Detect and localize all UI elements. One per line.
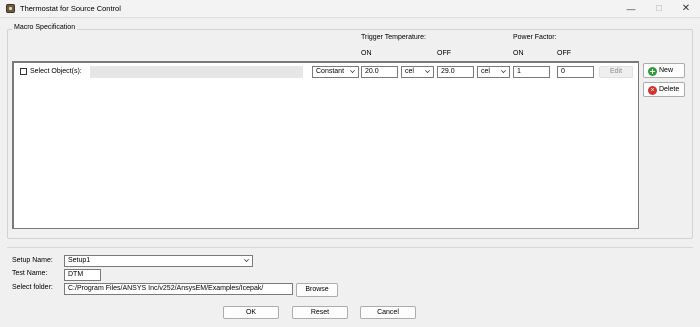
folder-path-input[interactable]: C:/Program Files/ANSYS Inc/v252/AnsysEM/… <box>64 283 293 295</box>
reset-button[interactable]: Reset <box>292 306 348 319</box>
edit-button[interactable]: Edit <box>599 66 633 78</box>
trigger-off-label: OFF <box>437 50 451 57</box>
chevron-down-icon <box>350 68 355 73</box>
trigger-on-unit-dropdown[interactable]: cel <box>401 66 434 78</box>
chevron-down-icon <box>244 257 249 262</box>
macro-list-panel <box>12 61 639 229</box>
close-button[interactable]: ✕ <box>672 0 700 18</box>
trigger-temperature-label: Trigger Temperature: <box>361 34 426 41</box>
power-on-input[interactable]: 1 <box>513 66 550 78</box>
mode-value: Constant <box>316 68 345 75</box>
browse-button[interactable]: Browse <box>296 283 338 297</box>
title-bar: Thermostat for Source Control — ☐ ✕ <box>0 0 700 18</box>
trigger-on-label: ON <box>361 50 372 57</box>
trigger-on-input[interactable]: 20.0 <box>361 66 398 78</box>
minimize-button[interactable]: — <box>617 0 645 18</box>
power-off-label: OFF <box>557 50 571 57</box>
mode-dropdown[interactable]: Constant <box>312 66 359 78</box>
delete-button-label: Delete <box>659 86 680 93</box>
delete-button[interactable]: × Delete <box>643 82 685 97</box>
setup-name-label: Setup Name: <box>12 257 53 264</box>
plus-icon <box>648 67 657 76</box>
power-on-label: ON <box>513 50 524 57</box>
select-folder-label: Select folder: <box>12 284 53 291</box>
new-button[interactable]: New <box>643 63 685 78</box>
select-objects-checkbox[interactable] <box>20 68 27 75</box>
chevron-down-icon <box>425 68 430 73</box>
select-objects-label: Select Object(s): <box>30 68 82 75</box>
trigger-off-unit-dropdown[interactable]: cel <box>477 66 510 78</box>
delete-icon: × <box>648 86 657 95</box>
window-title: Thermostat for Source Control <box>20 4 121 13</box>
setup-name-dropdown[interactable]: Setup1 <box>64 255 253 267</box>
maximize-button[interactable]: ☐ <box>645 0 673 18</box>
setup-name-value: Setup1 <box>68 257 91 264</box>
power-factor-label: Power Factor: <box>513 34 557 41</box>
test-name-input[interactable]: DTM <box>64 269 101 281</box>
new-button-label: New <box>659 67 674 74</box>
trigger-on-unit-value: cel <box>405 68 414 75</box>
objects-field <box>90 66 303 78</box>
trigger-off-input[interactable]: 29.0 <box>437 66 474 78</box>
test-name-label: Test Name: <box>12 270 48 277</box>
chevron-down-icon <box>501 68 506 73</box>
cancel-button[interactable]: Cancel <box>360 306 416 319</box>
macro-specification-legend: Macro Specification <box>12 24 78 31</box>
power-off-input[interactable]: 0 <box>557 66 594 78</box>
trigger-off-unit-value: cel <box>481 68 490 75</box>
thermostat-app-icon <box>6 4 15 13</box>
ok-button[interactable]: OK <box>223 306 279 319</box>
section-divider <box>7 247 693 248</box>
